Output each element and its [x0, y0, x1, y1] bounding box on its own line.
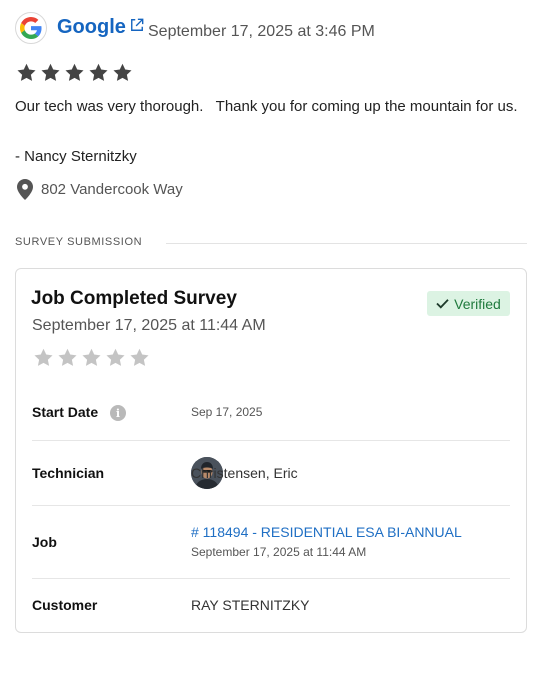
star-icon[interactable] [105, 347, 126, 368]
verified-badge: Verified [427, 291, 510, 316]
star-icon [113, 63, 132, 81]
star-icon[interactable] [57, 347, 78, 368]
start-date-label: Start Date [32, 404, 99, 420]
star-icon [41, 63, 60, 81]
start-date-value: Sep 17, 2025 [191, 405, 263, 419]
review-source-link[interactable]: Google [57, 16, 144, 39]
survey-rating[interactable] [33, 347, 150, 368]
customer-label: Customer [32, 597, 98, 613]
row-divider [32, 440, 510, 441]
review-location: 802 Vandercook Way [17, 179, 183, 200]
star-icon[interactable] [81, 347, 102, 368]
review-rating [16, 62, 133, 83]
star-icon [17, 63, 36, 81]
location-text: 802 Vandercook Way [41, 181, 183, 198]
job-link[interactable]: # 118494 - RESIDENTIAL ESA BI-ANNUAL [191, 524, 462, 540]
technician-name[interactable]: Christensen, Eric [191, 465, 298, 481]
section-label: SURVEY SUBMISSION [15, 236, 143, 248]
info-icon[interactable]: i [110, 405, 126, 421]
check-icon [436, 299, 449, 309]
review-author: - Nancy Sternitzky [15, 148, 137, 165]
star-icon[interactable] [33, 347, 54, 368]
google-logo-icon [15, 12, 47, 44]
star-icon [89, 63, 108, 81]
row-divider [32, 505, 510, 506]
review-text: Our tech was very thorough. Thank you fo… [15, 98, 518, 115]
technician-label: Technician [32, 465, 105, 481]
job-label: Job [32, 534, 57, 550]
external-link-icon[interactable] [130, 18, 144, 32]
review-date: September 17, 2025 at 3:46 PM [148, 23, 375, 40]
survey-date: September 17, 2025 at 11:44 AM [32, 317, 266, 334]
star-icon [65, 63, 84, 81]
survey-title: Job Completed Survey [31, 288, 237, 309]
customer-name[interactable]: RAY STERNITZKY [191, 597, 310, 613]
map-pin-icon [17, 179, 33, 200]
review-source-name[interactable]: Google [57, 16, 126, 39]
section-divider [166, 243, 527, 244]
star-icon[interactable] [129, 347, 150, 368]
job-date: September 17, 2025 at 11:44 AM [191, 545, 367, 559]
row-divider [32, 578, 510, 579]
verified-label: Verified [454, 295, 501, 312]
